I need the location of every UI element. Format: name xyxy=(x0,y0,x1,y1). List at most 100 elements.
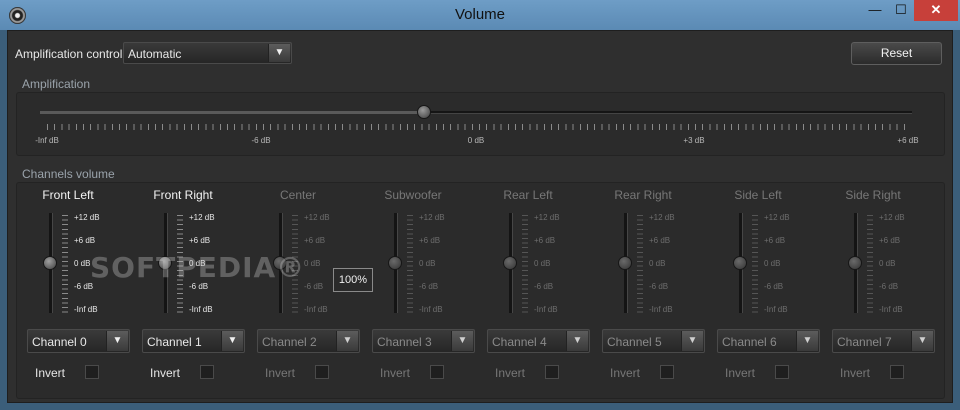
maximize-button[interactable]: ☐ xyxy=(888,0,914,21)
channel-select-side-right[interactable]: Channel 7 ▼ xyxy=(832,329,935,353)
volume-tick-marks xyxy=(637,215,643,313)
invert-checkbox-rear-left[interactable] xyxy=(545,365,559,379)
channel-name-front-right: Front Right xyxy=(153,188,213,202)
volume-slider-thumb[interactable] xyxy=(733,256,747,270)
db-label: 0 dB xyxy=(534,259,551,268)
db-label: -Inf dB xyxy=(74,305,98,314)
channel-name-side-left: Side Left xyxy=(734,188,782,202)
amplification-control-label: Amplification control: xyxy=(15,47,126,61)
channel-name-rear-left: Rear Left xyxy=(503,188,553,202)
db-label: +6 dB xyxy=(534,236,556,245)
volume-slider-subwoofer[interactable] xyxy=(388,213,402,313)
close-button[interactable]: ✕ xyxy=(914,0,958,21)
amplification-slider[interactable] xyxy=(40,105,912,119)
invert-checkbox-rear-right[interactable] xyxy=(660,365,674,379)
db-label: +6 dB xyxy=(764,236,786,245)
amplification-section-title: Amplification xyxy=(22,77,91,91)
channel-select-center[interactable]: Channel 2 ▼ xyxy=(257,329,360,353)
db-label: +12 dB xyxy=(189,213,215,222)
volume-slider-side-left[interactable] xyxy=(733,213,747,313)
db-label: -Inf dB xyxy=(764,305,788,314)
chevron-down-icon: ▼ xyxy=(566,331,588,351)
invert-checkbox-side-right[interactable] xyxy=(890,365,904,379)
channel-select-front-right[interactable]: Channel 1 ▼ xyxy=(142,329,245,353)
channel-select-value: Channel 7 xyxy=(837,335,892,349)
db-label: -6 dB xyxy=(649,282,669,291)
chevron-down-icon: ▼ xyxy=(106,331,128,351)
minimize-button[interactable]: — xyxy=(862,0,888,21)
amplification-tick-label: -Inf dB xyxy=(35,136,59,145)
channel-select-value: Channel 6 xyxy=(722,335,777,349)
volume-tick-marks xyxy=(522,215,528,313)
invert-checkbox-front-left[interactable] xyxy=(85,365,99,379)
channel-name-subwoofer: Subwoofer xyxy=(384,188,442,202)
chevron-down-icon: ▼ xyxy=(221,331,243,351)
invert-checkbox-side-left[interactable] xyxy=(775,365,789,379)
channel-select-subwoofer[interactable]: Channel 3 ▼ xyxy=(372,329,475,353)
volume-tick-marks xyxy=(867,215,873,313)
invert-label: Invert xyxy=(35,366,66,380)
db-label: -Inf dB xyxy=(534,305,558,314)
amplification-tick-label: +6 dB xyxy=(897,136,919,145)
channel-select-rear-left[interactable]: Channel 4 ▼ xyxy=(487,329,590,353)
amplification-slider-thumb[interactable] xyxy=(416,105,431,119)
amplification-tick-label: 0 dB xyxy=(467,136,485,145)
volume-slider-thumb[interactable] xyxy=(848,256,862,270)
db-label: +6 dB xyxy=(304,236,326,245)
db-label: +12 dB xyxy=(419,213,445,222)
db-label: 0 dB xyxy=(879,259,896,268)
db-label: +6 dB xyxy=(649,236,671,245)
chevron-down-icon: ▼ xyxy=(268,44,290,62)
db-label: +6 dB xyxy=(879,236,901,245)
invert-label: Invert xyxy=(150,366,181,380)
amplification-control-select[interactable]: Automatic ▼ xyxy=(123,42,292,64)
chevron-down-icon: ▼ xyxy=(681,331,703,351)
volume-slider-thumb[interactable] xyxy=(388,256,402,270)
channel-name-rear-right: Rear Right xyxy=(614,188,672,202)
db-label: -6 dB xyxy=(419,282,439,291)
amplification-tick-marks xyxy=(47,124,909,130)
volume-tick-marks xyxy=(752,215,758,313)
db-label: -Inf dB xyxy=(419,305,443,314)
chevron-down-icon: ▼ xyxy=(451,331,473,351)
chevron-down-icon: ▼ xyxy=(911,331,933,351)
db-label: +6 dB xyxy=(74,236,96,245)
volume-slider-thumb[interactable] xyxy=(618,256,632,270)
volume-slider-side-right[interactable] xyxy=(848,213,862,313)
db-label: +12 dB xyxy=(534,213,560,222)
window-title: Volume xyxy=(454,6,506,23)
volume-slider-front-left[interactable] xyxy=(43,213,57,313)
db-label: -6 dB xyxy=(764,282,784,291)
amplification-control-value: Automatic xyxy=(128,47,182,61)
db-label: 0 dB xyxy=(419,259,436,268)
channel-select-front-left[interactable]: Channel 0 ▼ xyxy=(27,329,130,353)
volume-slider-thumb[interactable] xyxy=(43,256,57,270)
channel-select-side-left[interactable]: Channel 6 ▼ xyxy=(717,329,820,353)
channel-select-rear-right[interactable]: Channel 5 ▼ xyxy=(602,329,705,353)
title-bar: Volume — ☐ ✕ xyxy=(0,0,960,30)
db-label: 0 dB xyxy=(764,259,781,268)
channel-select-value: Channel 3 xyxy=(377,335,432,349)
invert-checkbox-center[interactable] xyxy=(315,365,329,379)
volume-slider-rear-left[interactable] xyxy=(503,213,517,313)
channels-section-title: Channels volume xyxy=(22,167,115,181)
volume-slider-thumb[interactable] xyxy=(503,256,517,270)
channel-select-value: Channel 5 xyxy=(607,335,662,349)
db-label: +6 dB xyxy=(419,236,441,245)
invert-label: Invert xyxy=(725,366,756,380)
db-label: 0 dB xyxy=(649,259,666,268)
volume-tick-marks xyxy=(62,215,68,313)
channel-name-side-right: Side Right xyxy=(845,188,901,202)
invert-label: Invert xyxy=(495,366,526,380)
invert-checkbox-front-right[interactable] xyxy=(200,365,214,379)
db-label: +12 dB xyxy=(764,213,790,222)
db-label: -6 dB xyxy=(534,282,554,291)
reset-button[interactable]: Reset xyxy=(851,42,942,65)
db-label: -6 dB xyxy=(304,282,324,291)
amplification-tick-label: -6 dB xyxy=(251,136,271,145)
channel-select-value: Channel 1 xyxy=(147,335,202,349)
invert-label: Invert xyxy=(840,366,871,380)
db-label: -6 dB xyxy=(879,282,899,291)
invert-checkbox-subwoofer[interactable] xyxy=(430,365,444,379)
volume-slider-rear-right[interactable] xyxy=(618,213,632,313)
